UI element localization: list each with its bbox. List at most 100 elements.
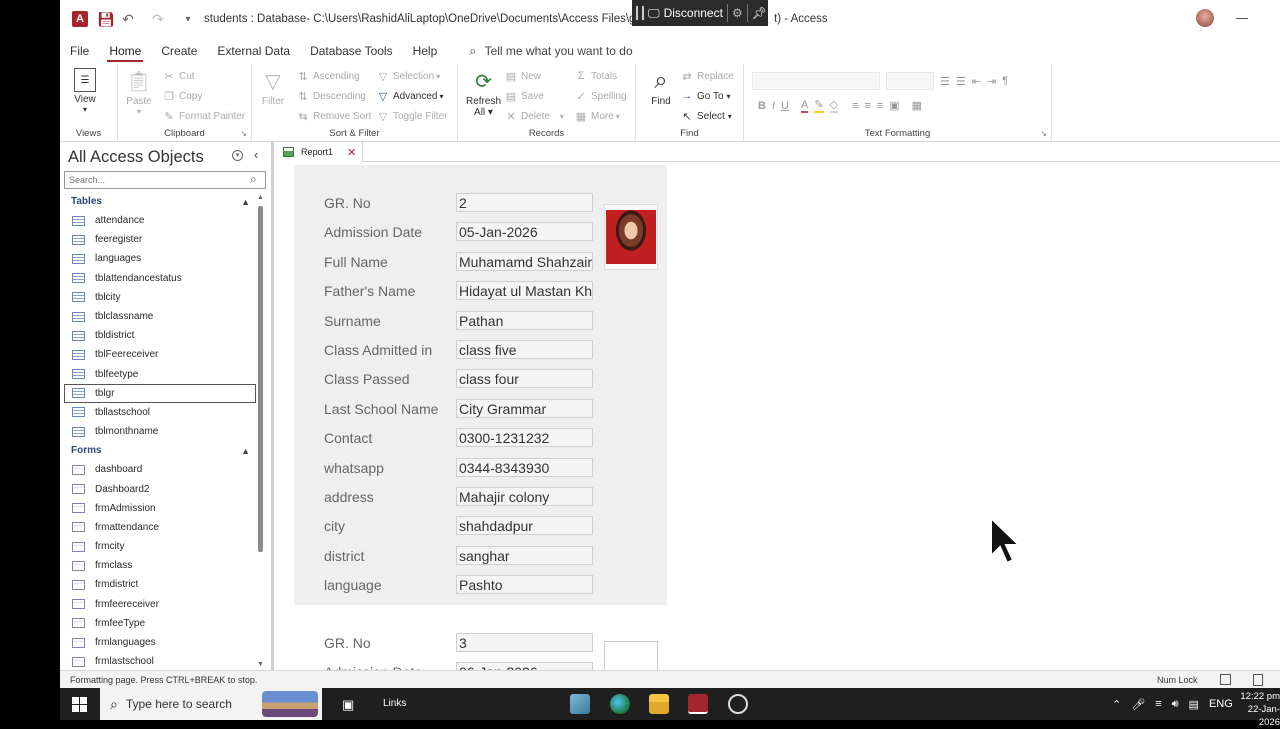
field-value[interactable]: class four [456, 369, 593, 389]
microphone-icon[interactable]: 🎤︎ [1131, 698, 1145, 711]
collapse-pane-icon[interactable]: ‹ [254, 147, 258, 162]
more-button[interactable]: ▦ More ▾ [574, 110, 620, 123]
cut-button[interactable]: ✂ Cut [162, 70, 194, 83]
increase-indent-icon[interactable]: ⇥ [987, 75, 996, 88]
table-tblfeetype[interactable]: tblfeetype [60, 365, 260, 384]
form-frmadmission[interactable]: frmAdmission [60, 499, 260, 518]
alternate-row-color-icon[interactable]: ▣ [889, 99, 899, 112]
form-frmdistrict[interactable]: frmdistrict [60, 575, 260, 594]
tab-database-tools[interactable]: Database Tools [300, 38, 403, 64]
field-value[interactable]: class five [456, 340, 593, 359]
highlight-icon[interactable]: ✎ [814, 98, 824, 113]
goto-button[interactable]: → Go To ▾ [680, 90, 731, 102]
copy-button[interactable]: ❐ Copy [162, 90, 202, 103]
file-explorer-icon[interactable] [649, 694, 669, 714]
field-value[interactable]: Pathan [456, 310, 593, 330]
user-avatar[interactable] [1196, 9, 1214, 27]
field-value[interactable]: shahdadpur [456, 516, 593, 536]
print-preview-icon[interactable] [1253, 674, 1263, 686]
tab-external-data[interactable]: External Data [207, 38, 300, 64]
delete-record-button[interactable]: ✕ Delete ▾ [504, 110, 564, 123]
field-value[interactable]: City Grammar [456, 398, 593, 418]
access-taskbar-icon[interactable] [688, 694, 708, 714]
select-button[interactable]: ↖ Select ▾ [680, 110, 731, 123]
search-icon[interactable]: ⌕ [250, 172, 257, 187]
paste-button[interactable]: 📋︎ Paste ▾ [126, 68, 152, 117]
redo-icon[interactable]: ↷ [150, 11, 166, 27]
field-value[interactable]: 2 [456, 193, 593, 212]
decrease-indent-icon[interactable]: ⇤ [972, 75, 981, 88]
format-painter-button[interactable]: ✎ Format Painter [162, 110, 245, 123]
numbering-icon[interactable]: ☰ [956, 75, 966, 88]
form-frmfeereceiver[interactable]: frmfeereceiver [60, 595, 260, 614]
gridlines-icon[interactable]: ▦ [912, 99, 922, 112]
align-left-icon[interactable]: ≡ [852, 100, 858, 112]
text-formatting-launcher-icon[interactable]: ↘ [1040, 129, 1047, 138]
disconnect-button[interactable]: Disconnect [664, 6, 723, 20]
windows-start-icon[interactable] [72, 697, 87, 712]
new-record-button[interactable]: ▤ New [504, 70, 541, 83]
toggle-filter-button[interactable]: ▽ Toggle Filter [376, 110, 448, 123]
minimize-button[interactable] [1236, 18, 1248, 19]
tab-help[interactable]: Help [403, 38, 448, 64]
pin-icon[interactable]: 📌︎ [752, 6, 767, 20]
search-highlight-image[interactable] [262, 691, 318, 717]
table-languages[interactable]: languages [60, 249, 260, 268]
scroll-thumb[interactable] [258, 206, 263, 552]
taskbar-search[interactable]: ⌕ Type here to search [100, 688, 322, 720]
font-color-icon[interactable]: A [800, 99, 809, 113]
remove-sort-button[interactable]: ⇆ Remove Sort [296, 110, 371, 123]
clock[interactable]: 12:22 pm 22-Jan-2026 [1238, 690, 1280, 729]
form-frmcity[interactable]: frmcity [60, 537, 260, 556]
table-tbllastschool[interactable]: tbllastschool [60, 403, 260, 422]
disconnect-icon[interactable]: 🖵︎ [648, 6, 660, 21]
settings-icon[interactable]: ⚙ [732, 6, 743, 20]
grip-icon[interactable] [636, 6, 644, 20]
table-tblcity[interactable]: tblcity [60, 288, 260, 307]
customize-qat-icon[interactable]: ▾ [180, 11, 196, 27]
clipboard-launcher-icon[interactable]: ↘ [240, 129, 247, 138]
find-button[interactable]: ⌕ Find [648, 67, 674, 107]
tables-section-header[interactable]: Tables ▲ [60, 192, 260, 211]
selection-button[interactable]: ▽ Selection ▾ [376, 70, 440, 83]
background-color-icon[interactable]: ◇ [829, 98, 838, 113]
field-value[interactable]: 3 [456, 633, 593, 652]
field-value[interactable]: 0300-1231232 [456, 428, 593, 448]
app-icon[interactable] [570, 694, 590, 714]
nav-pane-title[interactable]: All Access Objects [68, 148, 204, 167]
field-value[interactable]: Muhamamd Shahzair [456, 251, 593, 271]
collapse-caret-icon[interactable]: ▲ [241, 197, 250, 207]
table-tblattendancestatus[interactable]: tblattendancestatus [60, 269, 260, 288]
chevron-down-icon[interactable]: ▾ [232, 150, 243, 161]
field-value[interactable]: 0344-8343930 [456, 457, 593, 477]
wifi-icon[interactable]: ≡ [1155, 698, 1161, 710]
ascending-button[interactable]: ⇅ Ascending [296, 70, 359, 83]
table-tbldistrict[interactable]: tbldistrict [60, 326, 260, 345]
network-icon[interactable]: ▤ [1189, 698, 1199, 711]
links-toolbar[interactable]: Links [383, 698, 406, 709]
align-right-icon[interactable]: ≡ [877, 100, 883, 112]
field-value[interactable]: 06-Jan-2026 [456, 662, 593, 670]
collapse-caret-icon[interactable]: ▲ [241, 446, 250, 456]
table-feeregister[interactable]: feeregister [60, 230, 260, 249]
font-family-select[interactable] [752, 72, 880, 90]
spelling-button[interactable]: ✓ Spelling [574, 90, 626, 103]
access-logo-icon[interactable]: A [72, 11, 88, 27]
scroll-up-icon[interactable]: ▲ [257, 194, 264, 201]
save-icon[interactable]: 💾︎ [97, 11, 115, 27]
underline-icon[interactable]: U [781, 100, 789, 112]
table-tblclassname[interactable]: tblclassname [60, 307, 260, 326]
form-frmlastschool[interactable]: frmlastschool [60, 652, 260, 668]
nav-scrollbar[interactable]: ▲ ▼ [257, 194, 264, 668]
field-value[interactable]: sanghar [456, 545, 593, 565]
tab-create[interactable]: Create [151, 38, 207, 64]
field-value[interactable]: Mahajir colony [456, 487, 593, 506]
bold-icon[interactable]: B [758, 100, 766, 112]
font-size-select[interactable] [886, 72, 934, 90]
close-icon[interactable]: ✕ [347, 146, 356, 159]
form-frmclass[interactable]: frmclass [60, 556, 260, 575]
table-tblgr[interactable]: tblgr [64, 383, 256, 403]
task-view-icon[interactable]: ▣ [342, 697, 354, 713]
descending-button[interactable]: ⇅ Descending [296, 90, 365, 103]
forms-section-header[interactable]: Forms ▲ [60, 441, 260, 460]
